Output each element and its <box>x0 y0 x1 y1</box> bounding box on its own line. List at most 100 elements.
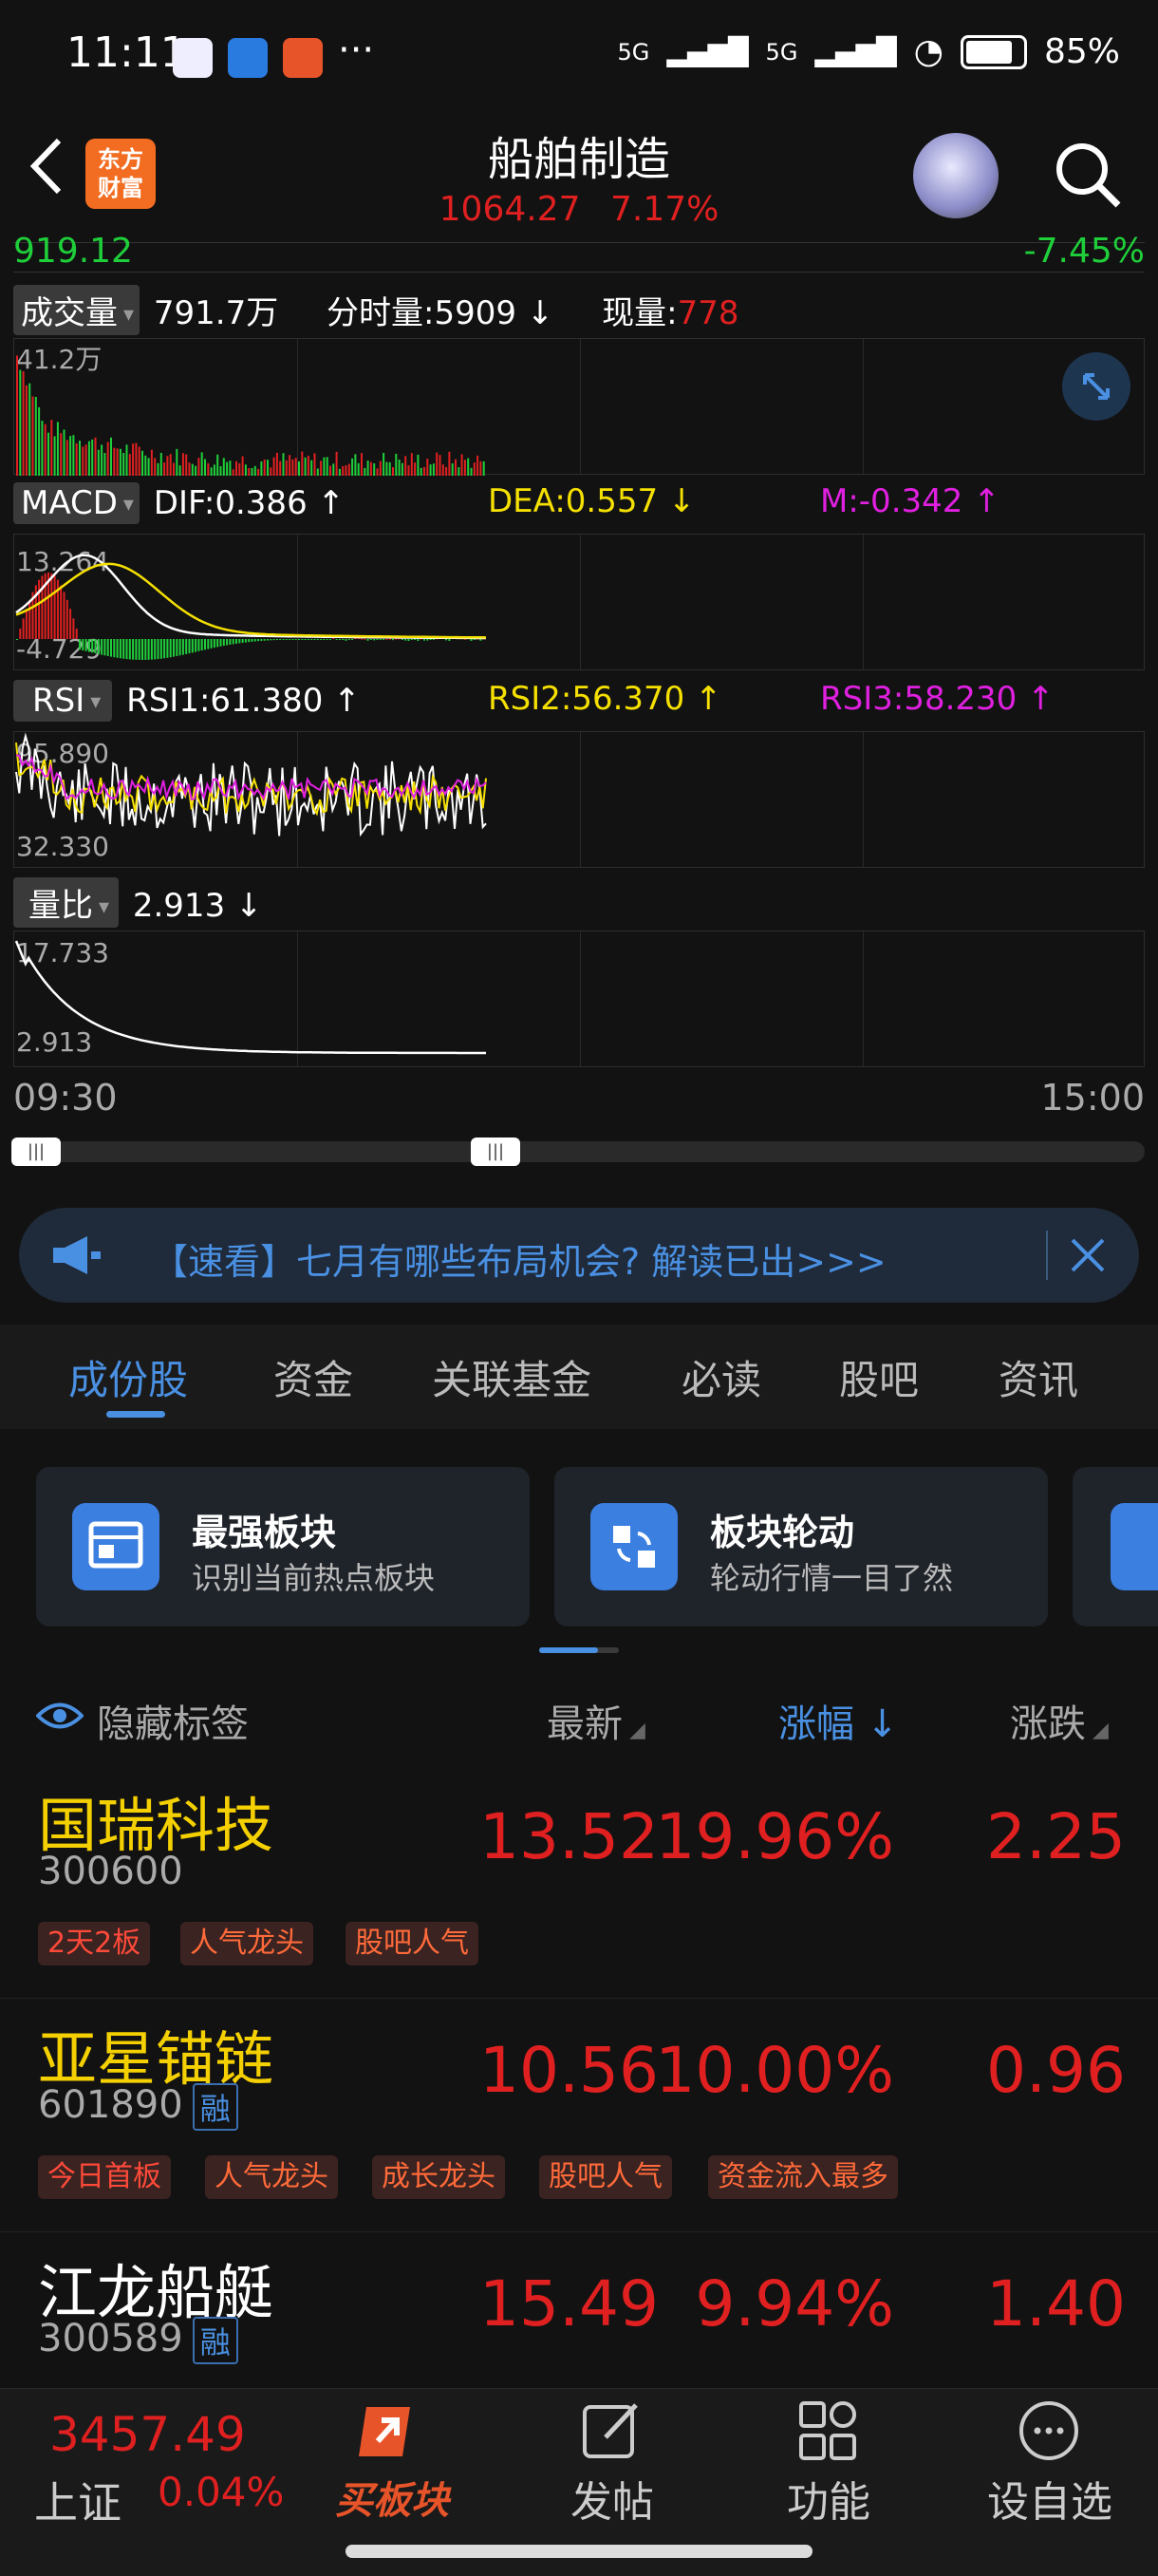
volume-bar <box>354 454 357 476</box>
volume-bar <box>439 455 441 476</box>
stock-change-pct: 10.00% <box>655 2034 894 2107</box>
stock-tag[interactable]: 成长龙头 <box>372 2155 505 2199</box>
volume-bar <box>260 461 263 476</box>
tab-news[interactable]: 资讯 <box>999 1348 1078 1406</box>
volume-bar <box>388 461 391 476</box>
macd-bar <box>110 639 112 657</box>
volume-bar <box>38 406 41 476</box>
buy-sector-label: 买板块 <box>335 2479 449 2523</box>
volume-bar <box>407 465 410 476</box>
stock-tag[interactable]: 人气龙头 <box>180 1922 313 1965</box>
macd-bar <box>166 639 169 658</box>
sort-latest[interactable]: 最新 ◢ <box>547 1693 645 1748</box>
stock-tag[interactable]: 人气龙头 <box>205 2155 338 2199</box>
stock-tag[interactable]: 资金流入最多 <box>708 2155 898 2199</box>
lb-selector[interactable]: 量比 <box>13 877 120 928</box>
search-button[interactable] <box>1052 139 1124 211</box>
macd-bar <box>84 639 87 651</box>
sort-change-pct[interactable]: 涨幅 ↓ <box>778 1693 898 1748</box>
volume-bar <box>298 461 300 476</box>
volume-bar <box>441 464 444 476</box>
volume-bar <box>361 453 363 476</box>
message-app-icon <box>228 38 268 78</box>
volume-bar <box>313 453 316 476</box>
volume-bar <box>25 385 28 476</box>
macd-bar <box>60 585 63 639</box>
table-row[interactable]: 国瑞科技 300600 13.52 19.96% 2.25 2天2板 人气龙头 … <box>0 1766 1158 1999</box>
volume-bar <box>323 457 326 476</box>
index-value[interactable]: 3457.49 <box>49 2407 246 2462</box>
tab-must-read[interactable]: 必读 <box>682 1348 761 1406</box>
volume-bar <box>291 459 294 476</box>
volume-bar <box>294 458 297 476</box>
volume-bar <box>84 444 87 476</box>
stock-tag[interactable]: 股吧人气 <box>346 1922 478 1965</box>
volume-bar <box>22 370 25 476</box>
table-row[interactable]: 亚星锚链 601890 融 10.56 10.00% 0.96 今日首板 人气龙头… <box>0 2000 1158 2232</box>
volume-bar <box>191 463 194 476</box>
macd-bar <box>159 639 162 659</box>
volume-selector[interactable]: 成交量 <box>13 285 140 335</box>
eye-icon[interactable] <box>36 1700 84 1732</box>
lb-chart[interactable]: 17.733 2.913 <box>13 931 1145 1067</box>
volume-bar <box>455 459 457 476</box>
volume-bar <box>373 463 376 476</box>
stock-tag[interactable]: 2天2板 <box>38 1922 151 1965</box>
hide-tags-toggle[interactable]: 隐藏标签 <box>97 1693 249 1748</box>
rsi2: RSI2:56.370 ↑ <box>488 680 722 718</box>
partial-card[interactable] <box>1073 1467 1158 1626</box>
strongest-sector-card[interactable]: 最强板块 识别当前热点板块 <box>36 1467 530 1626</box>
minute-volume: 分时量:5909 <box>327 294 516 332</box>
volume-bar <box>376 468 379 476</box>
macd-bar <box>388 638 391 640</box>
post-button[interactable]: 发帖 <box>551 2397 674 2529</box>
volume-bar <box>304 457 307 476</box>
time-range-slider[interactable] <box>13 1141 1145 1162</box>
volume-bar <box>63 429 65 476</box>
expand-chart-button[interactable] <box>1062 352 1130 421</box>
assistant-robot-icon[interactable] <box>913 133 999 218</box>
minute-volume-arrow: ↓ <box>526 294 554 332</box>
tab-forum[interactable]: 股吧 <box>839 1348 919 1406</box>
macd-bar <box>176 639 178 656</box>
volume-bar <box>401 462 403 476</box>
volume-bar <box>87 441 90 476</box>
volume-bar <box>267 460 269 476</box>
volume-bar <box>116 448 119 476</box>
macd-bar <box>116 639 119 658</box>
table-row[interactable]: 江龙船艇 300589 融 15.49 9.94% 1.40 <box>0 2233 1158 2388</box>
volume-bar <box>101 444 103 476</box>
macd-chart[interactable]: 13.264 -4.729 <box>13 534 1145 670</box>
expand-icon <box>1083 373 1110 400</box>
home-indicator[interactable] <box>346 2545 812 2558</box>
tab-related-funds[interactable]: 关联基金 <box>432 1348 591 1406</box>
functions-button[interactable]: 功能 <box>767 2397 890 2529</box>
volume-chart[interactable]: 41.2万 <box>13 338 1145 476</box>
stock-tag[interactable]: 今日首板 <box>38 2155 171 2199</box>
index-name[interactable]: 上证 <box>34 2469 121 2531</box>
macd-bar <box>263 639 266 641</box>
volume-bar <box>232 469 234 476</box>
macd-bar <box>376 639 379 640</box>
close-banner-icon[interactable] <box>1069 1236 1107 1274</box>
sector-rotation-card[interactable]: 板块轮动 轮动行情一目了然 <box>554 1467 1048 1626</box>
stock-tag[interactable]: 股吧人气 <box>539 2155 672 2199</box>
macd-bar <box>144 639 147 660</box>
promo-banner[interactable]: 【速看】七月有哪些布局机会? 解读已出>>> <box>19 1208 1139 1303</box>
volume-bar <box>426 459 429 476</box>
macd-bar <box>289 639 291 640</box>
rsi-chart[interactable]: 95.890 32.330 <box>13 731 1145 868</box>
sort-change[interactable]: 涨跌 ◢ <box>1010 1693 1109 1748</box>
add-watchlist-button[interactable]: 设自选 <box>983 2397 1116 2529</box>
macd-selector[interactable]: MACD <box>13 482 140 524</box>
tab-funds[interactable]: 资金 <box>273 1348 353 1406</box>
stock-code-wrap: 300589 融 <box>38 2317 238 2364</box>
index-change[interactable]: 0.04% <box>158 2469 284 2515</box>
buy-sector-button[interactable]: 买板块 <box>330 2397 454 2525</box>
rsi-selector[interactable]: RSI <box>13 680 113 722</box>
tab-constituents[interactable]: 成份股 <box>68 1348 188 1406</box>
slider-handle-left[interactable]: ||| <box>11 1138 61 1166</box>
slider-handle-right[interactable]: ||| <box>471 1138 520 1166</box>
volume-bar <box>392 467 394 476</box>
volume-bar <box>479 461 482 476</box>
